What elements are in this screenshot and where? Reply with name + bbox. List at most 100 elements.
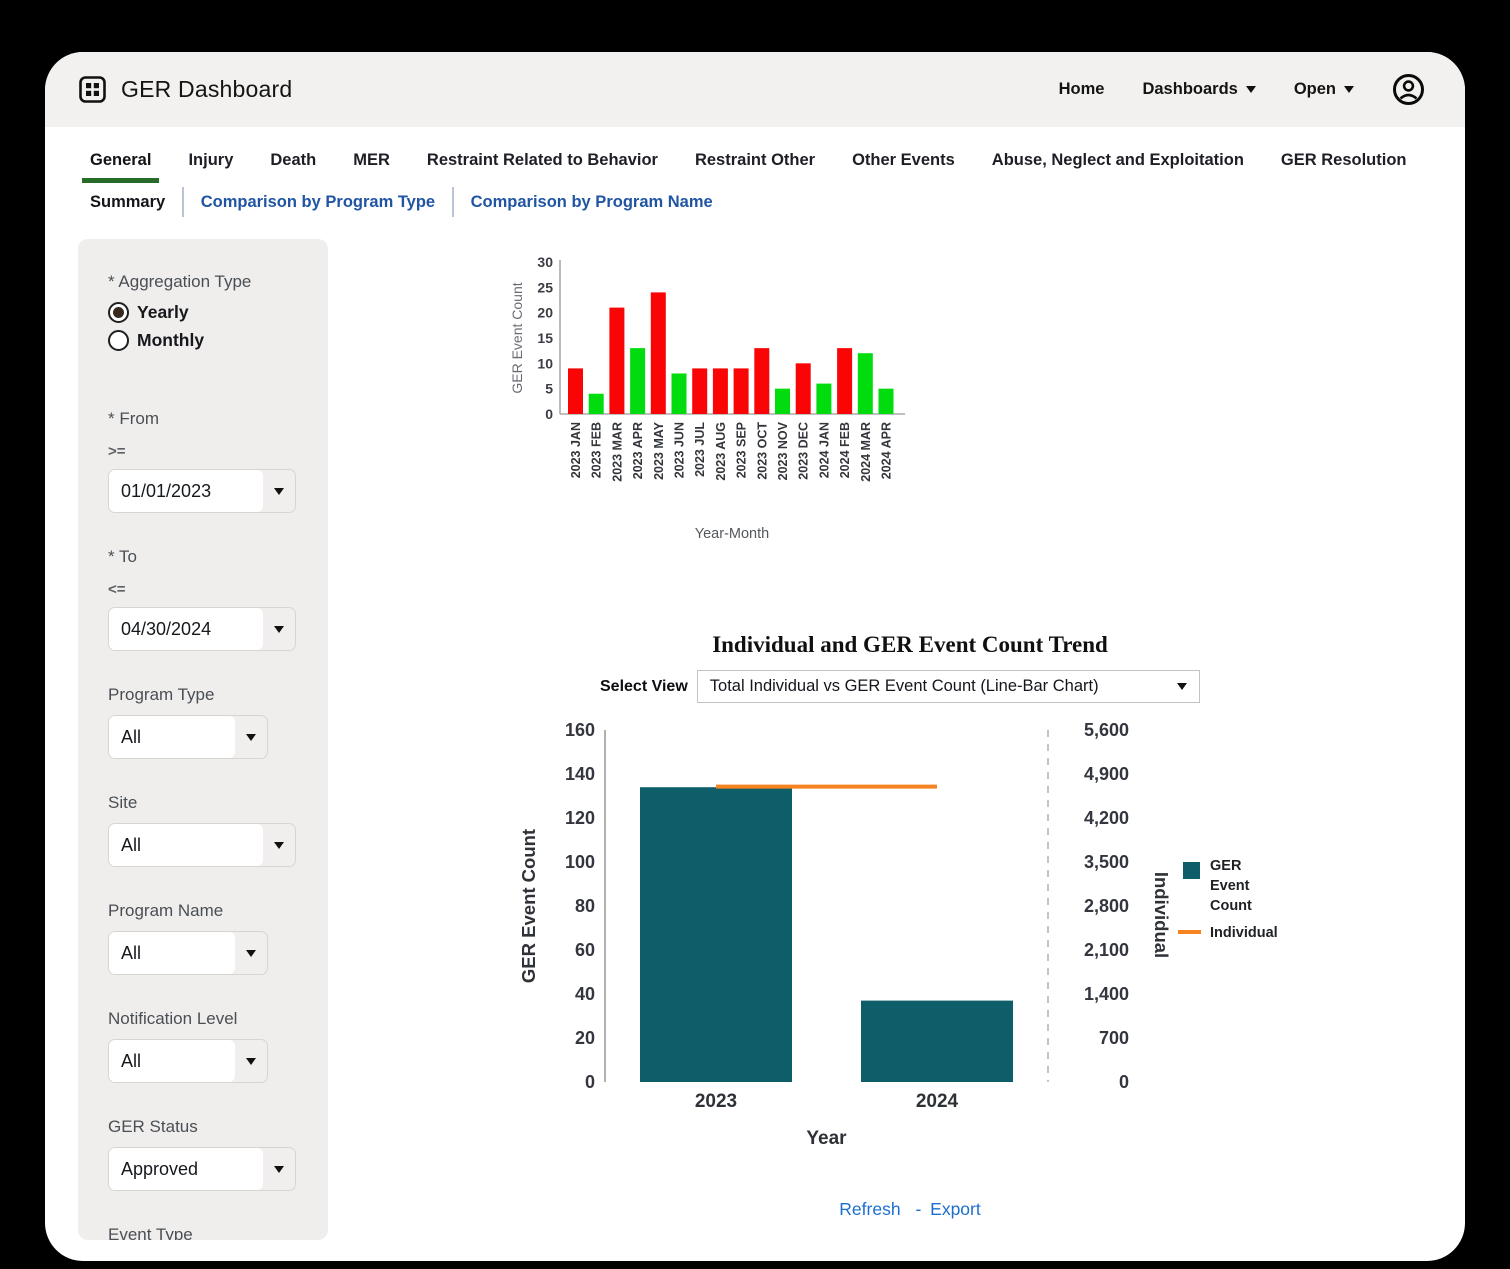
chevron-down-icon <box>263 470 295 512</box>
svg-text:2023 FEB: 2023 FEB <box>590 422 604 478</box>
subtab-comparison-by-program-type[interactable]: Comparison by Program Type <box>201 193 435 212</box>
svg-text:Year-Month: Year-Month <box>695 526 769 542</box>
tab-ger-resolution[interactable]: GER Resolution <box>1281 151 1407 183</box>
svg-text:20: 20 <box>537 305 553 321</box>
page-title: GER Dashboard <box>121 76 292 103</box>
select-view-dropdown[interactable]: Total Individual vs GER Event Count (Lin… <box>697 670 1200 703</box>
svg-text:2024 FEB: 2024 FEB <box>838 422 852 478</box>
content-area: * Aggregation Type Yearly Monthly * From… <box>45 217 1465 1240</box>
dashboard-card: GER Dashboard Home Dashboards Open Gener… <box>45 52 1465 1261</box>
to-date-dropdown[interactable]: 04/30/2024 <box>108 607 296 651</box>
svg-text:40: 40 <box>575 984 595 1004</box>
svg-text:10: 10 <box>537 355 553 371</box>
chevron-down-icon <box>263 824 295 866</box>
svg-text:2023 JUL: 2023 JUL <box>693 422 707 477</box>
chevron-down-icon <box>263 1148 295 1190</box>
chevron-down-icon <box>1177 683 1187 690</box>
site-dropdown[interactable]: All <box>108 823 296 867</box>
svg-text:2023: 2023 <box>695 1091 737 1112</box>
svg-text:120: 120 <box>565 808 595 828</box>
to-operator: <= <box>108 581 308 598</box>
tab-other-events[interactable]: Other Events <box>852 151 955 183</box>
nav-dashboards[interactable]: Dashboards <box>1142 80 1255 99</box>
titlebar: GER Dashboard Home Dashboards Open <box>45 52 1465 127</box>
svg-text:GER Event Count: GER Event Count <box>509 282 525 393</box>
svg-text:Count: Count <box>1210 898 1252 914</box>
svg-text:2024 APR: 2024 APR <box>880 422 894 479</box>
program-type-label: Program Type <box>108 685 308 705</box>
svg-text:2024 MAR: 2024 MAR <box>859 422 873 482</box>
ger-status-label: GER Status <box>108 1117 308 1137</box>
tab-injury[interactable]: Injury <box>188 151 233 183</box>
subtab-comparison-by-program-name[interactable]: Comparison by Program Name <box>471 193 713 212</box>
svg-text:4,200: 4,200 <box>1084 808 1129 828</box>
ger-status-dropdown[interactable]: Approved <box>108 1147 296 1191</box>
from-date-dropdown[interactable]: 01/01/2023 <box>108 469 296 513</box>
svg-text:15: 15 <box>537 330 553 346</box>
svg-text:Event: Event <box>1210 878 1250 894</box>
notification-level-dropdown[interactable]: All <box>108 1039 268 1083</box>
filters-sidebar: * Aggregation Type Yearly Monthly * From… <box>78 239 328 1240</box>
svg-text:2024 JAN: 2024 JAN <box>817 422 831 478</box>
svg-text:2023 JAN: 2023 JAN <box>569 422 583 478</box>
svg-text:160: 160 <box>565 720 595 740</box>
svg-text:2024: 2024 <box>916 1091 959 1112</box>
event-type-label: Event Type <box>108 1225 308 1240</box>
svg-text:20: 20 <box>575 1028 595 1048</box>
select-view-label: Select View <box>600 678 688 696</box>
nav-open[interactable]: Open <box>1294 80 1354 99</box>
subtab-summary[interactable]: Summary <box>90 193 165 212</box>
individual-ger-trend-chart-svg[interactable]: 020406080100120140160GER Event Count0700… <box>515 720 1305 1165</box>
svg-text:80: 80 <box>575 896 595 916</box>
user-avatar-icon[interactable] <box>1392 73 1425 106</box>
radio-monthly[interactable]: Monthly <box>108 330 308 351</box>
notification-level-label: Notification Level <box>108 1009 308 1029</box>
tab-mer[interactable]: MER <box>353 151 390 183</box>
svg-text:Individual: Individual <box>1151 872 1172 958</box>
svg-text:30: 30 <box>537 254 553 270</box>
program-name-label: Program Name <box>108 901 308 921</box>
svg-text:5,600: 5,600 <box>1084 720 1129 740</box>
refresh-link[interactable]: Refresh <box>839 1199 900 1219</box>
svg-text:5: 5 <box>545 381 553 397</box>
chevron-down-icon <box>235 932 267 974</box>
svg-text:60: 60 <box>575 940 595 960</box>
subtab-separator <box>452 187 454 217</box>
tab-abuse-neglect-and-exploitation[interactable]: Abuse, Neglect and Exploitation <box>992 151 1244 183</box>
svg-text:2,100: 2,100 <box>1084 940 1129 960</box>
aggregation-type-label: * Aggregation Type <box>108 272 308 292</box>
svg-text:2023 OCT: 2023 OCT <box>755 422 769 480</box>
svg-text:25: 25 <box>537 279 553 295</box>
monthly-ger-bar-chart-svg[interactable]: 0 5 10 15 20 25 30 GER Event Count 2023 JAN 2023 … <box>500 249 920 549</box>
tab-death[interactable]: Death <box>270 151 316 183</box>
export-link[interactable]: Export <box>930 1199 981 1219</box>
monthly-ger-bar-chart: 0 5 10 15 20 25 30 GER Event Count 2023 JAN 2023 … <box>500 249 1465 554</box>
subtab-separator <box>182 187 184 217</box>
chart-title: Individual and GER Event Count Trend <box>515 632 1305 658</box>
charts-area: 0 5 10 15 20 25 30 GER Event Count 2023 JAN 2023 … <box>328 239 1465 1240</box>
tab-restraint-other[interactable]: Restraint Other <box>695 151 815 183</box>
svg-text:2,800: 2,800 <box>1084 896 1129 916</box>
svg-text:1,400: 1,400 <box>1084 984 1129 1004</box>
radio-selected-icon <box>108 302 129 323</box>
radio-yearly[interactable]: Yearly <box>108 302 308 323</box>
from-operator: >= <box>108 443 308 460</box>
tab-general[interactable]: General <box>90 151 151 183</box>
to-label: * To <box>108 547 308 567</box>
tab-restraint-related-to-behavior[interactable]: Restraint Related to Behavior <box>427 151 658 183</box>
svg-text:0: 0 <box>1119 1072 1129 1092</box>
trend-chart-section: Individual and GER Event Count Trend Sel… <box>515 632 1305 1220</box>
chevron-down-icon <box>263 608 295 650</box>
svg-text:100: 100 <box>565 852 595 872</box>
svg-text:4,900: 4,900 <box>1084 764 1129 784</box>
svg-text:700: 700 <box>1099 1028 1129 1048</box>
svg-text:2023 MAR: 2023 MAR <box>610 422 624 482</box>
svg-text:0: 0 <box>545 406 553 422</box>
program-type-dropdown[interactable]: All <box>108 715 268 759</box>
site-label: Site <box>108 793 308 813</box>
dashboard-grid-icon[interactable] <box>79 76 106 103</box>
select-view-row: Select View Total Individual vs GER Even… <box>600 670 1305 703</box>
svg-text:2023 JUN: 2023 JUN <box>673 422 687 478</box>
nav-home[interactable]: Home <box>1059 80 1105 99</box>
program-name-dropdown[interactable]: All <box>108 931 268 975</box>
